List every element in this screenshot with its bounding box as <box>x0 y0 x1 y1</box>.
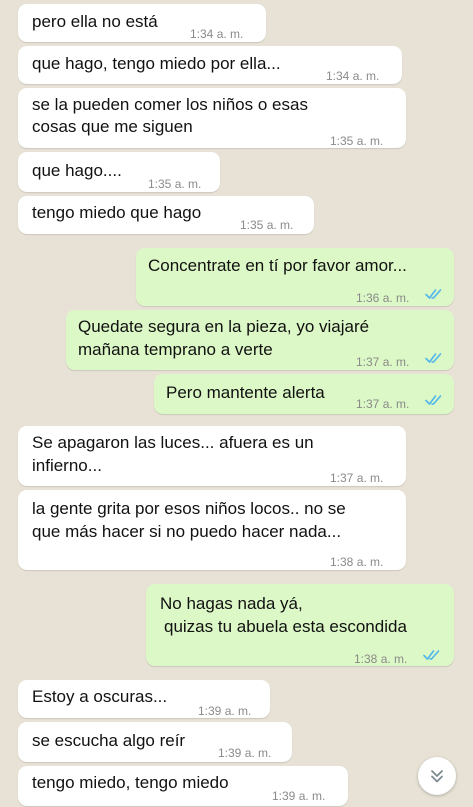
message-text: Se apagaron las luces... afuera es un <box>32 433 314 452</box>
double-check-icon <box>423 650 440 660</box>
message-text: se la pueden comer los niños o esas <box>32 95 308 114</box>
incoming-message[interactable]: pero ella no está 1:34 a. m. <box>18 4 266 42</box>
message-time: 1:36 a. m. <box>356 291 410 305</box>
double-check-icon <box>425 395 442 405</box>
message-time: 1:35 a. m. <box>330 134 384 148</box>
message-text: la gente grita por esos niños locos.. no… <box>32 499 346 518</box>
message-time: 1:37 a. m. <box>356 397 410 411</box>
message-text: que hago.... <box>32 161 122 180</box>
double-check-icon <box>425 353 442 363</box>
outgoing-message[interactable]: Pero mantente alerta 1:37 a. m. <box>154 374 454 414</box>
message-time: 1:39 a. m. <box>218 746 272 760</box>
outgoing-message[interactable]: Quedate segura en la pieza, yo viajaré m… <box>66 310 454 370</box>
chat-conversation: pero ella no está 1:34 a. m. que hago, t… <box>0 0 473 806</box>
message-time: 1:34 a. m. <box>326 69 380 83</box>
message-time: 1:35 a. m. <box>148 177 202 191</box>
scroll-to-bottom-button[interactable] <box>418 757 456 795</box>
message-time: 1:35 a. m. <box>240 218 294 232</box>
message-text: mañana temprano a verte <box>78 340 273 359</box>
message-text: tengo miedo, tengo miedo <box>32 773 229 792</box>
incoming-message[interactable]: Se apagaron las luces... afuera es un in… <box>18 426 406 486</box>
message-text: Pero mantente alerta <box>166 383 325 402</box>
message-text: se escucha algo reír <box>32 731 186 750</box>
message-time: 1:38 a. m. <box>354 652 408 666</box>
message-time: 1:34 a. m. <box>190 27 244 41</box>
incoming-message[interactable]: se escucha algo reír 1:39 a. m. <box>18 722 292 762</box>
message-time: 1:37 a. m. <box>356 355 410 369</box>
incoming-message[interactable]: que hago.... 1:35 a. m. <box>18 152 220 192</box>
message-text: cosas que me siguen <box>32 117 193 136</box>
double-check-icon <box>425 289 442 299</box>
incoming-message[interactable]: la gente grita por esos niños locos.. no… <box>18 490 406 570</box>
incoming-message[interactable]: tengo miedo, tengo miedo 1:39 a. m. <box>18 766 348 806</box>
outgoing-message[interactable]: Concentrate en tí por favor amor... 1:36… <box>136 248 454 306</box>
incoming-message[interactable]: Estoy a oscuras... 1:39 a. m. <box>18 680 270 718</box>
incoming-message[interactable]: que hago, tengo miedo por ella... 1:34 a… <box>18 46 402 84</box>
message-time: 1:39 a. m. <box>272 789 326 803</box>
message-text: quizas tu abuela esta escondida <box>164 617 407 636</box>
message-text: Estoy a oscuras... <box>32 687 168 706</box>
message-text: que hago, tengo miedo por ella... <box>32 54 281 73</box>
message-text: pero ella no está <box>32 12 158 31</box>
message-text: infierno... <box>32 456 102 475</box>
message-time: 1:38 a. m. <box>330 555 384 569</box>
message-text: tengo miedo que hago <box>32 203 202 222</box>
message-time: 1:39 a. m. <box>198 704 252 718</box>
double-chevron-down-icon <box>431 770 443 783</box>
outgoing-message[interactable]: No hagas nada yá, quizas tu abuela esta … <box>146 584 454 666</box>
message-text: que más hacer si no puedo hacer nada... <box>32 522 342 541</box>
message-text: Concentrate en tí por favor amor... <box>148 256 407 275</box>
message-text: Quedate segura en la pieza, yo viajaré <box>78 317 370 336</box>
incoming-message[interactable]: tengo miedo que hago 1:35 a. m. <box>18 196 314 234</box>
message-text: No hagas nada yá, <box>160 594 303 613</box>
message-time: 1:37 a. m. <box>330 471 384 485</box>
incoming-message[interactable]: se la pueden comer los niños o esas cosa… <box>18 88 406 148</box>
